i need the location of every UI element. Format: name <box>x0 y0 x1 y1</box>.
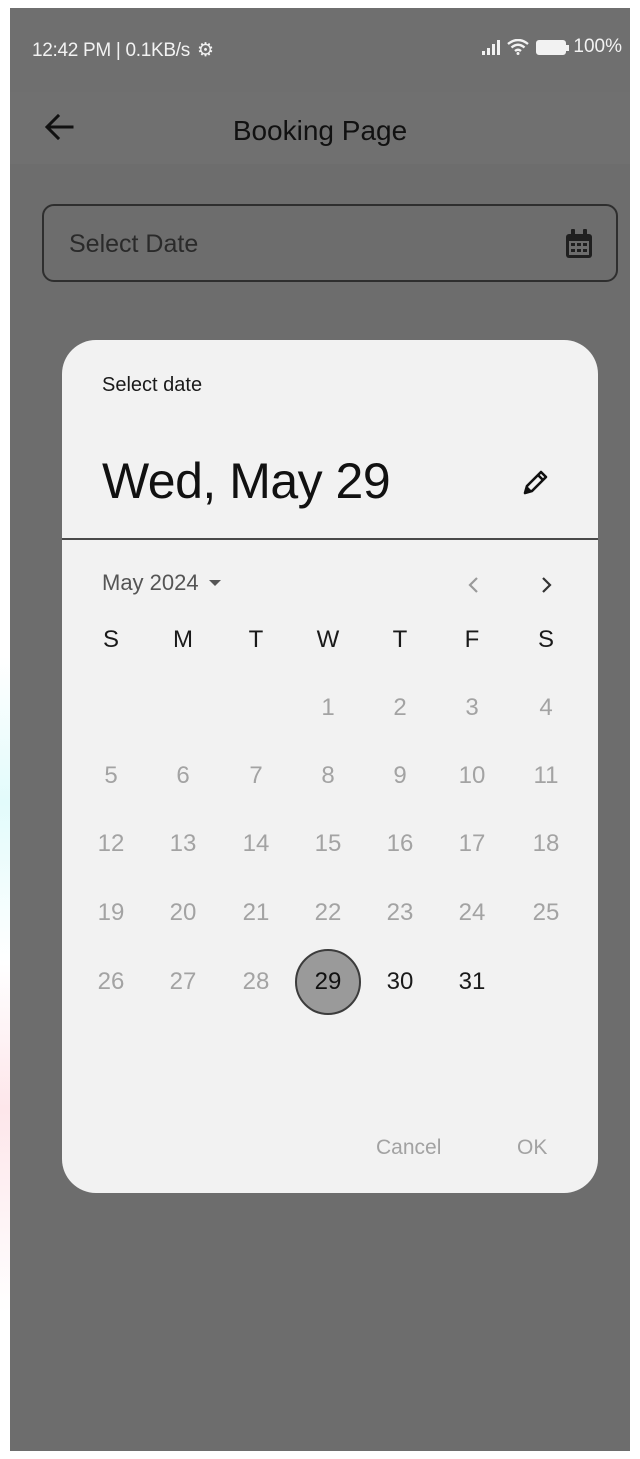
calendar-day: 18 <box>532 830 560 857</box>
page-title: Booking Page <box>232 115 408 146</box>
next-month-button[interactable] <box>530 568 564 602</box>
calendar-day: 20 <box>169 899 197 926</box>
weekday-label: S <box>537 626 554 653</box>
signal-icon <box>482 39 501 55</box>
selected-date-headline: Wed, May 29 <box>102 453 391 509</box>
calendar-day: 5 <box>104 762 118 789</box>
calendar-day: 8 <box>321 762 335 789</box>
calendar-day: 27 <box>169 968 197 995</box>
calendar-day: 19 <box>97 899 125 926</box>
calendar-day-selected[interactable]: 29 <box>295 949 361 1015</box>
weekday-label: M <box>173 626 193 653</box>
decorative-edge-strip <box>0 0 10 1459</box>
calendar-day: 12 <box>97 830 125 857</box>
dropdown-arrow-icon <box>208 580 221 586</box>
calendar-day: 23 <box>386 899 414 926</box>
status-right: 100% <box>482 36 622 58</box>
calendar-day: 25 <box>532 899 560 926</box>
gear-icon: ⚙ <box>196 40 214 61</box>
status-time-speed: 12:42 PM | 0.1KB/s <box>32 40 190 61</box>
status-bar: 12:42 PM | 0.1KB/s ⚙ 100% <box>10 8 630 92</box>
calendar-day: 10 <box>458 762 486 789</box>
calendar-day: 24 <box>458 899 486 926</box>
calendar-day: 15 <box>314 830 342 857</box>
calendar-day: 7 <box>249 762 263 789</box>
wifi-icon <box>507 39 530 55</box>
calendar-day[interactable]: 30 <box>370 952 430 1012</box>
calendar-day: 14 <box>242 830 270 857</box>
battery-icon <box>536 39 570 55</box>
calendar-day: 16 <box>386 830 414 857</box>
select-date-placeholder: Select Date <box>69 230 199 258</box>
calendar-day: 26 <box>97 968 125 995</box>
pencil-icon <box>523 470 548 495</box>
chevron-left-icon <box>468 577 478 593</box>
calendar-day: 11 <box>533 762 559 789</box>
month-year-dropdown[interactable]: May 2024 <box>102 570 221 596</box>
ok-button[interactable]: OK <box>517 1136 547 1160</box>
dialog-label: Select date <box>102 374 203 396</box>
calendar-day: 13 <box>169 830 197 857</box>
chevron-right-icon <box>542 577 552 593</box>
weekday-label: S <box>102 626 119 653</box>
previous-month-button[interactable] <box>456 568 490 602</box>
calendar-day: 17 <box>458 830 486 857</box>
status-left: 12:42 PM | 0.1KB/s ⚙ <box>32 39 214 62</box>
calendar-day: 28 <box>242 968 270 995</box>
weekday-label: F <box>464 626 480 653</box>
calendar-day: 21 <box>242 899 270 926</box>
edit-date-button[interactable] <box>516 462 556 502</box>
calendar-day: 1 <box>321 694 335 721</box>
calendar-day[interactable]: 31 <box>442 952 502 1012</box>
app-bar: Booking Page <box>10 92 630 164</box>
cancel-button[interactable]: Cancel <box>376 1136 441 1160</box>
calendar-day: 4 <box>539 694 553 721</box>
calendar-day: 6 <box>176 762 190 789</box>
header-divider <box>62 538 598 540</box>
calendar-day: 3 <box>465 694 479 721</box>
calendar-icon[interactable] <box>564 228 594 260</box>
weekday-label: T <box>392 626 408 653</box>
weekday-label: T <box>248 626 264 653</box>
select-date-field[interactable]: Select Date <box>42 204 618 282</box>
calendar-day: 9 <box>393 762 407 789</box>
weekday-label: W <box>316 626 340 653</box>
calendar-day: 22 <box>314 899 342 926</box>
date-picker-dialog: Select date Wed, May 29 May 2024 S M T W T F S <box>62 340 598 1193</box>
battery-text: 100% <box>573 36 622 57</box>
phone-screen: 12:42 PM | 0.1KB/s ⚙ 100% Booking Page S… <box>10 8 630 1451</box>
month-year-label: May 2024 <box>102 570 199 595</box>
calendar-day: 2 <box>393 694 407 721</box>
